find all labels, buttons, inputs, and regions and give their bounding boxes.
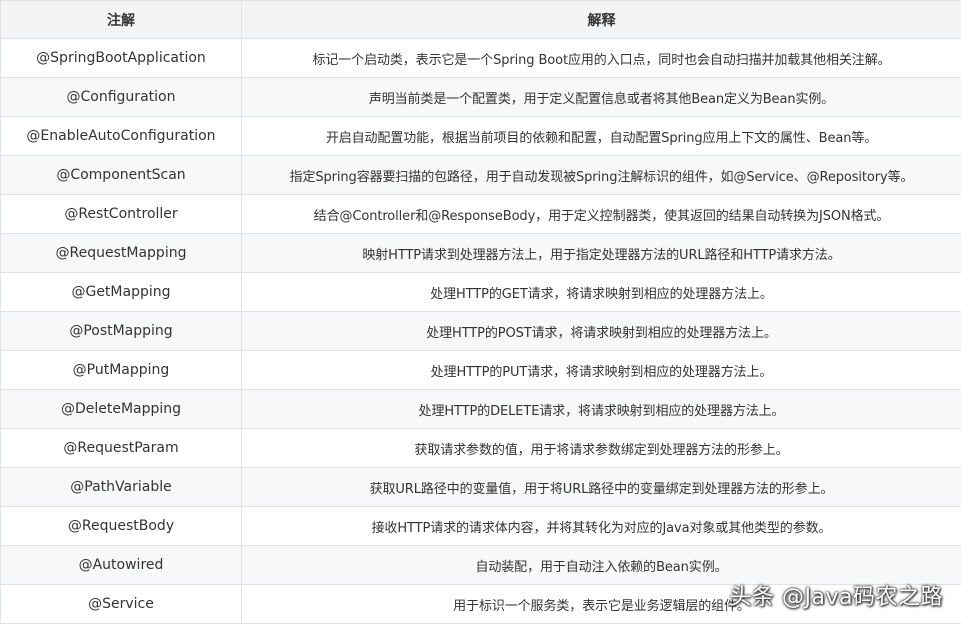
description-cell: 开启自动配置功能，根据当前项目的依赖和配置，自动配置Spring应用上下文的属性… (241, 116, 961, 156)
header-description: 解释 (241, 0, 961, 39)
table-row: @SpringBootApplication 标记一个启动类，表示它是一个Spri… (0, 38, 961, 78)
annotation-cell: @Service (0, 584, 242, 624)
annotation-cell: @RequestParam (0, 428, 242, 468)
table-row: @PostMapping 处理HTTP的POST请求，将请求映射到相应的处理器方法… (0, 311, 961, 351)
table-row: @GetMapping 处理HTTP的GET请求，将请求映射到相应的处理器方法上。 (0, 272, 961, 312)
table-row: @ComponentScan 指定Spring容器要扫描的包路径，用于自动发现被S… (0, 155, 961, 195)
table-row: @RequestBody 接收HTTP请求的请求体内容，并将其转化为对应的Java… (0, 506, 961, 546)
annotation-cell: @PostMapping (0, 311, 242, 351)
annotation-cell: @RequestBody (0, 506, 242, 546)
annotation-cell: @PathVariable (0, 467, 242, 507)
table-row: @RequestParam 获取请求参数的值，用于将请求参数绑定到处理器方法的形参… (0, 428, 961, 468)
annotation-cell: @Autowired (0, 545, 242, 585)
table-row: @RequestMapping 映射HTTP请求到处理器方法上，用于指定处理器方法… (0, 233, 961, 273)
description-cell: 映射HTTP请求到处理器方法上，用于指定处理器方法的URL路径和HTTP请求方法… (241, 233, 961, 273)
annotation-cell: @DeleteMapping (0, 389, 242, 429)
description-cell: 标记一个启动类，表示它是一个Spring Boot应用的入口点，同时也会自动扫描… (241, 38, 961, 78)
description-cell: 声明当前类是一个配置类，用于定义配置信息或者将其他Bean定义为Bean实例。 (241, 77, 961, 117)
description-cell: 指定Spring容器要扫描的包路径，用于自动发现被Spring注解标识的组件，如… (241, 155, 961, 195)
description-cell: 接收HTTP请求的请求体内容，并将其转化为对应的Java对象或其他类型的参数。 (241, 506, 961, 546)
description-cell: 处理HTTP的DELETE请求，将请求映射到相应的处理器方法上。 (241, 389, 961, 429)
header-annotation: 注解 (0, 0, 242, 39)
annotation-cell: @GetMapping (0, 272, 242, 312)
annotation-cell: @Configuration (0, 77, 242, 117)
annotation-cell: @RestController (0, 194, 242, 234)
annotation-cell: @SpringBootApplication (0, 38, 242, 78)
table-row: @Configuration 声明当前类是一个配置类，用于定义配置信息或者将其他B… (0, 77, 961, 117)
table-row: @PutMapping 处理HTTP的PUT请求，将请求映射到相应的处理器方法上。 (0, 350, 961, 390)
annotation-cell: @PutMapping (0, 350, 242, 390)
annotation-cell: @ComponentScan (0, 155, 242, 195)
description-cell: 处理HTTP的PUT请求，将请求映射到相应的处理器方法上。 (241, 350, 961, 390)
table-row: @RestController 结合@Controller和@ResponseBo… (0, 194, 961, 234)
table-row: @DeleteMapping 处理HTTP的DELETE请求，将请求映射到相应的处… (0, 389, 961, 429)
table-header-row: 注解 解释 (0, 0, 961, 39)
description-cell: 处理HTTP的GET请求，将请求映射到相应的处理器方法上。 (241, 272, 961, 312)
annotation-cell: @EnableAutoConfiguration (0, 116, 242, 156)
annotation-cell: @RequestMapping (0, 233, 242, 273)
annotations-table: 注解 解释 @SpringBootApplication 标记一个启动类，表示它是… (0, 0, 961, 624)
table-row: @PathVariable 获取URL路径中的变量值，用于将URL路径中的变量绑定… (0, 467, 961, 507)
description-cell: 获取URL路径中的变量值，用于将URL路径中的变量绑定到处理器方法的形参上。 (241, 467, 961, 507)
description-cell: 获取请求参数的值，用于将请求参数绑定到处理器方法的形参上。 (241, 428, 961, 468)
description-cell: 处理HTTP的POST请求，将请求映射到相应的处理器方法上。 (241, 311, 961, 351)
watermark: 头条 @Java码农之路 (729, 585, 943, 610)
description-cell: 结合@Controller和@ResponseBody，用于定义控制器类，使其返… (241, 194, 961, 234)
table-row: @EnableAutoConfiguration 开启自动配置功能，根据当前项目的… (0, 116, 961, 156)
